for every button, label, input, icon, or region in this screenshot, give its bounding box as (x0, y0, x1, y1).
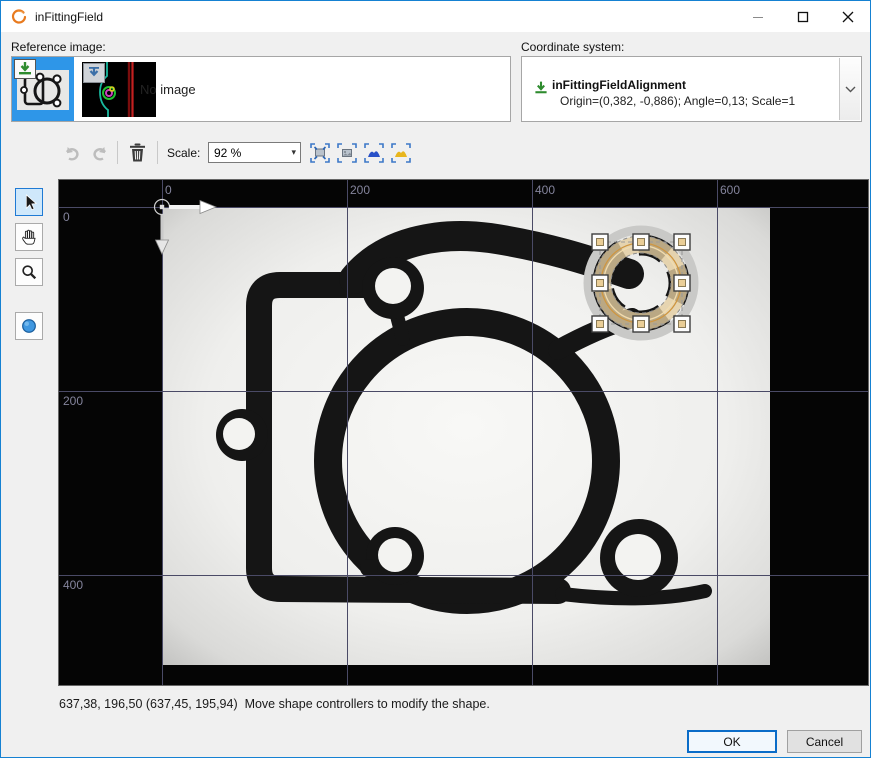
original-size-icon (337, 143, 357, 163)
circle-shape-tool-button[interactable] (15, 312, 43, 340)
chevron-down-icon (845, 86, 856, 93)
delete-shape-button[interactable] (125, 140, 150, 165)
undo-icon (62, 144, 82, 162)
ruler-x-200: 200 (350, 183, 370, 197)
select-cursor-icon (20, 193, 38, 211)
status-bar-text: 637,38, 196,50 (637,45, 195,94) Move sha… (59, 697, 490, 711)
undo-button[interactable] (59, 140, 84, 165)
pan-tool-button[interactable] (15, 223, 43, 251)
maximize-button[interactable] (780, 1, 825, 32)
ruler-y-0: 0 (63, 210, 70, 224)
ruler-x-600: 600 (720, 183, 740, 197)
cancel-button[interactable]: Cancel (787, 730, 862, 753)
ruler-y-200: 200 (63, 394, 83, 408)
no-image-text: No image (140, 57, 196, 121)
coordinate-dropdown-button[interactable] (839, 58, 860, 120)
coordinate-system-select[interactable]: inFittingFieldAlignment Origin=(0,382, -… (521, 56, 862, 122)
scale-input[interactable] (209, 146, 284, 160)
input-port-icon (533, 80, 549, 96)
pan-hand-icon (20, 228, 38, 246)
circle-shape-icon (20, 317, 38, 335)
fit-image-button[interactable] (307, 140, 332, 165)
ruler-x-0: 0 (165, 183, 172, 197)
reference-thumbnail-selected[interactable] (12, 57, 74, 121)
ok-button[interactable]: OK (687, 730, 777, 753)
fit-image-icon (310, 143, 330, 163)
fit-shape-button[interactable] (361, 140, 386, 165)
redo-icon (90, 144, 110, 162)
fit-shape-icon (364, 143, 384, 163)
scale-dropdown-arrow-icon[interactable]: ▾ (291, 147, 300, 158)
scale-combobox[interactable]: ▾ (208, 142, 301, 163)
center-shape-button[interactable] (388, 140, 413, 165)
ruler-x-400: 400 (535, 183, 555, 197)
redo-button[interactable] (87, 140, 112, 165)
app-logo-icon (10, 8, 27, 25)
ruler-y-400: 400 (63, 578, 83, 592)
title-bar: inFittingField (1, 1, 870, 32)
reference-image-label: Reference image: (11, 40, 106, 54)
image-canvas[interactable]: 0 200 400 600 0 200 400 (58, 179, 869, 686)
coordinate-system-label: Coordinate system: (521, 40, 624, 54)
toolbar-separator (117, 141, 118, 164)
import-image-badge-icon (14, 59, 36, 79)
original-size-button[interactable] (334, 140, 359, 165)
canvas-toolbar: Scale: ▾ (1, 137, 870, 171)
minimize-button[interactable] (735, 1, 780, 32)
center-shape-icon (391, 143, 411, 163)
select-tool-button[interactable] (15, 188, 43, 216)
dialog-window: inFittingField Reference image: (0, 0, 871, 758)
trash-icon (129, 143, 146, 162)
window-title: inFittingField (35, 10, 103, 24)
toolbar-separator (157, 141, 158, 164)
close-button[interactable] (825, 1, 870, 32)
alignment-name: inFittingFieldAlignment (552, 78, 686, 92)
zoom-tool-button[interactable] (15, 258, 43, 286)
alignment-details: Origin=(0,382, -0,886); Angle=0,13; Scal… (560, 94, 795, 108)
scale-label: Scale: (167, 146, 200, 160)
reference-image-box: No image (11, 56, 511, 122)
zoom-magnifier-icon (20, 263, 38, 281)
preview-badge-icon (83, 63, 105, 83)
